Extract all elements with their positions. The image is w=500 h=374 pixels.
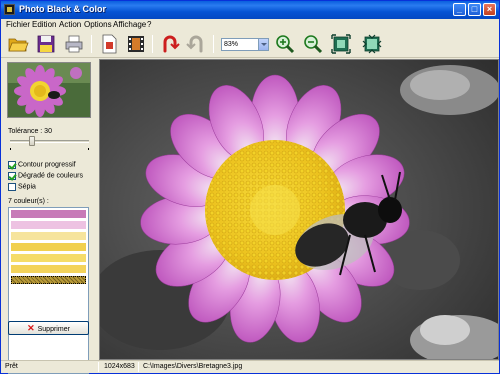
zoom-value: 83%: [224, 41, 239, 48]
zoom-out-icon[interactable]: [302, 33, 324, 55]
status-bar: Prêt 1024x683 C:\Images\Divers\Bretagne3…: [1, 360, 499, 373]
tolerance-label: Tolérance : 30: [8, 128, 52, 135]
checkbox-sepia-label: Sépia: [18, 183, 36, 191]
main-photo: [100, 60, 498, 359]
slider-ticks: [10, 148, 89, 150]
delete-button-label: Supprimer: [37, 326, 70, 333]
toolbar: 83%: [1, 31, 499, 58]
minimize-button[interactable]: _: [453, 3, 466, 16]
menu-help[interactable]: ?: [147, 20, 151, 29]
toolbar-separator: [213, 35, 214, 53]
window-title: Photo Black & Color: [19, 4, 107, 14]
title-bar[interactable]: Photo Black & Color _ □ ×: [1, 1, 499, 19]
menu-edition[interactable]: Edition: [32, 20, 56, 29]
actual-size-icon[interactable]: [361, 33, 383, 55]
color-swatch[interactable]: [11, 254, 86, 262]
color-swatch-selected[interactable]: [11, 276, 86, 284]
chevron-down-icon[interactable]: [258, 39, 268, 50]
thumbnail-image: [8, 63, 90, 117]
checkbox-contour-progressif[interactable]: Contour progressif: [8, 161, 76, 171]
checkbox-sepia-box[interactable]: [8, 183, 16, 191]
toolbar-separator: [152, 35, 153, 53]
color-swatch[interactable]: [11, 221, 86, 229]
status-text: Prêt: [5, 363, 18, 370]
menu-action[interactable]: Action: [59, 20, 81, 29]
fit-to-window-icon[interactable]: [330, 33, 352, 55]
tolerance-slider-thumb[interactable]: [28, 136, 35, 146]
status-separator: [98, 362, 99, 372]
color-swatch[interactable]: [11, 210, 86, 218]
status-separator: [138, 362, 139, 372]
checkbox-degrade-label: Dégradé de couleurs: [18, 172, 83, 180]
menu-options[interactable]: Options: [84, 20, 112, 29]
color-swatch[interactable]: [11, 265, 86, 273]
image-thumbnail[interactable]: [7, 62, 91, 118]
delete-color-button[interactable]: ✕ Supprimer: [8, 321, 89, 335]
close-button[interactable]: ×: [483, 3, 496, 16]
checkbox-contour-label: Contour progressif: [18, 161, 76, 169]
checkbox-contour-box[interactable]: [8, 161, 16, 169]
checkbox-sepia[interactable]: Sépia: [8, 183, 36, 193]
color-swatch[interactable]: [11, 232, 86, 240]
redo-icon[interactable]: [185, 33, 207, 55]
app-window: Photo Black & Color _ □ × Fichier Editio…: [0, 0, 500, 374]
film-strip-icon[interactable]: [125, 33, 147, 55]
file-path: C:\Images\Divers\Bretagne3.jpg: [143, 363, 243, 370]
delete-x-icon: ✕: [27, 323, 35, 333]
menu-affichage[interactable]: Affichage: [113, 20, 146, 29]
maximize-button[interactable]: □: [468, 3, 481, 16]
left-panel: Tolérance : 30 Contour progressif Dégrad…: [1, 59, 97, 374]
new-document-icon[interactable]: [98, 33, 120, 55]
color-swatch[interactable]: [11, 243, 86, 251]
checkbox-degrade-box[interactable]: [8, 172, 16, 180]
menu-bar: Fichier Edition Action Options Affichage…: [1, 19, 499, 31]
menu-fichier[interactable]: Fichier: [6, 20, 30, 29]
app-icon: [4, 4, 15, 15]
checkbox-degrade-couleurs[interactable]: Dégradé de couleurs: [8, 172, 83, 182]
tolerance-slider-track[interactable]: [10, 140, 89, 143]
zoom-in-icon[interactable]: [274, 33, 296, 55]
image-dimensions: 1024x683: [104, 363, 135, 370]
save-disk-icon[interactable]: [35, 33, 57, 55]
color-list[interactable]: [8, 207, 89, 374]
zoom-select[interactable]: 83%: [221, 38, 269, 51]
open-folder-icon[interactable]: [7, 33, 29, 55]
toolbar-separator: [91, 35, 92, 53]
print-icon[interactable]: [63, 33, 85, 55]
colors-count-label: 7 couleur(s) :: [8, 198, 49, 205]
undo-icon[interactable]: [159, 33, 181, 55]
image-canvas[interactable]: [99, 59, 499, 360]
